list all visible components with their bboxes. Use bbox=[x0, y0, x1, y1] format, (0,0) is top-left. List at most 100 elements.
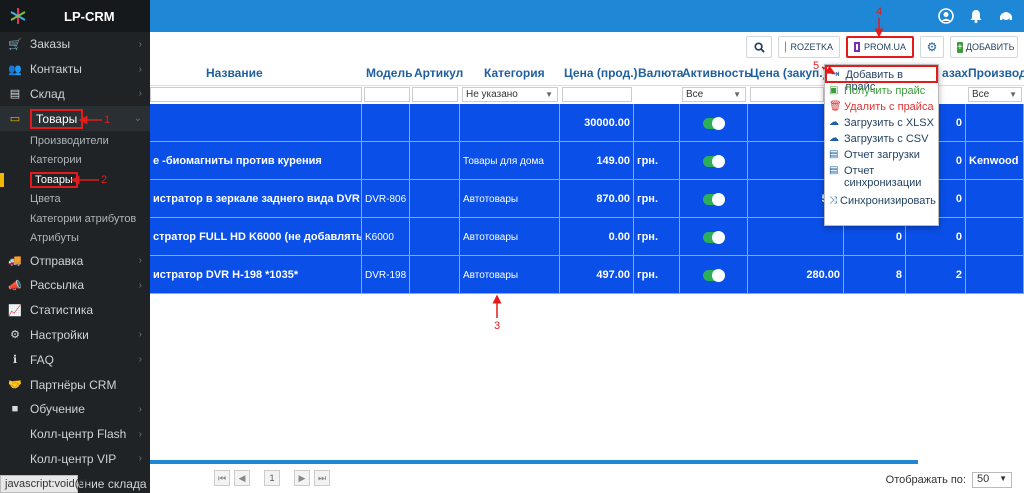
sidebar-item-warehouse[interactable]: ▤ Склад › bbox=[0, 82, 150, 107]
settings-button[interactable]: ⚙ bbox=[920, 36, 944, 58]
horizontal-scrollbar[interactable] bbox=[150, 460, 918, 464]
filter-model-input[interactable] bbox=[364, 87, 410, 102]
cell-name[interactable] bbox=[150, 104, 362, 142]
cell-model: DVR-806 bbox=[362, 180, 410, 218]
menu-item-upload-csv[interactable]: ☁ Загрузить с CSV bbox=[825, 131, 938, 147]
filter-activity-select[interactable]: Все ▼ bbox=[682, 87, 746, 102]
cell-name[interactable]: истратор DVR H-198 *1035* bbox=[150, 256, 362, 294]
per-page: Отображать по: 50 ▼ bbox=[886, 472, 1012, 488]
sidebar-item-statistics[interactable]: 📈 Статистика bbox=[0, 298, 150, 323]
menu-item-upload-report[interactable]: ▤ Отчет загрузки bbox=[825, 147, 938, 163]
users-icon: 👥 bbox=[8, 63, 22, 76]
bell-icon[interactable] bbox=[968, 8, 984, 24]
sidebar-item-label: Заказы bbox=[30, 37, 71, 52]
filter-price-input[interactable] bbox=[562, 87, 632, 102]
filter-producer-select[interactable]: Все ▼ bbox=[968, 87, 1022, 102]
rozetka-button[interactable]: ROZETKA bbox=[778, 36, 840, 58]
filter-name-input[interactable] bbox=[150, 87, 362, 102]
chevron-right-icon: › bbox=[138, 478, 142, 490]
promua-logo-icon bbox=[854, 42, 860, 52]
user-icon[interactable] bbox=[938, 8, 954, 24]
col-model[interactable]: Модель bbox=[366, 66, 412, 80]
active-toggle[interactable] bbox=[702, 230, 725, 244]
cell-currency bbox=[634, 104, 680, 142]
sidebar-item-orders[interactable]: 🛒 Заказы › bbox=[0, 32, 150, 57]
last-page-button[interactable]: ⏭ bbox=[314, 470, 330, 486]
cell-activity bbox=[680, 218, 748, 256]
col-article[interactable]: Артикул bbox=[414, 66, 463, 80]
menu-item-add-to-price[interactable]: ⇥ Добавить в прайс bbox=[825, 65, 938, 93]
menu-item-remove-from-price[interactable]: 🗑 Удалить с прайса bbox=[825, 99, 938, 115]
info-icon: ℹ bbox=[12, 354, 18, 367]
sidebar-item-partners[interactable]: 🤝 Партнёры CRM bbox=[0, 372, 150, 397]
cell-name[interactable]: истратор в зеркале заднего вида DVR 806 … bbox=[150, 180, 362, 218]
sidebar-item-contacts[interactable]: 👥 Контакты › bbox=[0, 57, 150, 82]
cell-name[interactable]: е -биомагниты против курения bbox=[150, 142, 362, 180]
cell-orders: 2 bbox=[906, 256, 966, 294]
search-icon bbox=[753, 41, 765, 53]
sidebar-sub-attributes[interactable]: Атрибуты bbox=[0, 229, 150, 249]
cell-article bbox=[410, 256, 460, 294]
chevron-right-icon: › bbox=[138, 453, 142, 465]
sidebar-item-training[interactable]: ■ Обучение › bbox=[0, 397, 150, 422]
search-button[interactable] bbox=[746, 36, 772, 58]
per-page-label: Отображать по: bbox=[885, 474, 966, 486]
col-category[interactable]: Категория bbox=[484, 66, 545, 80]
active-toggle[interactable] bbox=[702, 268, 725, 282]
file-icon: ▣ bbox=[829, 85, 839, 96]
chevron-down-icon: ⌄ bbox=[133, 113, 142, 125]
menu-item-sync-report[interactable]: ▤ Отчет синхронизации bbox=[825, 163, 938, 193]
current-page[interactable]: 1 bbox=[264, 470, 280, 486]
filter-category-select[interactable]: Не указано ▼ bbox=[462, 87, 558, 102]
per-page-select[interactable]: 50 ▼ bbox=[972, 472, 1012, 488]
prev-page-button[interactable]: ◀ bbox=[234, 470, 250, 486]
sidebar-item-label: Склад bbox=[30, 86, 65, 101]
sidebar-sub-categories[interactable]: Категории bbox=[0, 151, 150, 171]
active-toggle[interactable] bbox=[702, 116, 725, 130]
sidebar-item-goods[interactable]: ▭ Товары ⌄ bbox=[0, 106, 150, 132]
sidebar-item-faq[interactable]: ℹ FAQ › bbox=[0, 347, 150, 372]
add-label: ДОБАВИТЬ bbox=[965, 42, 1015, 52]
col-name[interactable]: Название bbox=[206, 66, 263, 80]
sidebar-item-shipping[interactable]: 🚚 Отправка › bbox=[0, 248, 150, 273]
cell-price: 497.00 bbox=[560, 256, 634, 294]
menu-item-synchronize[interactable]: ⤨ Синхронизировать bbox=[825, 193, 938, 209]
sidebar-sub-producers[interactable]: Производители bbox=[0, 131, 150, 151]
col-activity[interactable]: Активность bbox=[682, 66, 752, 80]
cart-icon: 🛒 bbox=[8, 38, 22, 51]
active-toggle[interactable] bbox=[702, 154, 725, 168]
logo[interactable]: LP-CRM bbox=[0, 0, 150, 32]
cell-name[interactable]: стратор FULL HD K6000 (не добавлять) bbox=[150, 218, 362, 256]
chevron-right-icon: › bbox=[138, 255, 142, 267]
sidebar-item-mailing[interactable]: 📣 Рассылка › bbox=[0, 273, 150, 298]
sidebar-sub-goods[interactable]: Товары bbox=[0, 170, 150, 190]
active-toggle[interactable] bbox=[702, 192, 725, 206]
menu-item-upload-xlsx[interactable]: ☁ Загрузить с XLSX bbox=[825, 115, 938, 131]
filter-purchase-input[interactable] bbox=[750, 87, 824, 102]
sidebar-sub-label: Цвета bbox=[30, 193, 61, 206]
sidebar-sub-colors[interactable]: Цвета bbox=[0, 190, 150, 210]
cell-producer bbox=[966, 256, 1024, 294]
plus-icon: + bbox=[957, 41, 963, 53]
filter-article-input[interactable] bbox=[412, 87, 458, 102]
col-currency[interactable]: Валюта bbox=[638, 66, 683, 80]
col-price[interactable]: Цена (прод.) bbox=[564, 66, 638, 80]
promua-button[interactable]: PROM.UA bbox=[846, 36, 914, 58]
first-page-button[interactable]: ⏮ bbox=[214, 470, 230, 486]
table-row[interactable]: истратор DVR H-198 *1035* DVR-198 Автото… bbox=[150, 256, 1024, 294]
sidebar-item-label: Настройки bbox=[30, 327, 89, 342]
cell-price: 0.00 bbox=[560, 218, 634, 256]
annotation-2: 2 bbox=[101, 174, 108, 186]
gear-icon: ⚙ bbox=[10, 329, 20, 342]
support-icon[interactable] bbox=[998, 8, 1014, 24]
cell-model bbox=[362, 142, 410, 180]
sidebar-item-callcenter-flash[interactable]: Колл-центр Flash › bbox=[0, 422, 150, 447]
col-orders[interactable]: азах bbox=[942, 66, 968, 80]
add-button[interactable]: + ДОБАВИТЬ bbox=[950, 36, 1018, 58]
sidebar-sub-attr-categories[interactable]: Категории атрибутов bbox=[0, 209, 150, 229]
next-page-button[interactable]: ▶ bbox=[294, 470, 310, 486]
col-producer[interactable]: Производи bbox=[968, 66, 1024, 80]
menu-item-get-price[interactable]: ▣ Получить прайс bbox=[825, 83, 938, 99]
sidebar-item-callcenter-vip[interactable]: Колл-центр VIP › bbox=[0, 447, 150, 472]
sidebar-item-settings[interactable]: ⚙ Настройки › bbox=[0, 323, 150, 348]
